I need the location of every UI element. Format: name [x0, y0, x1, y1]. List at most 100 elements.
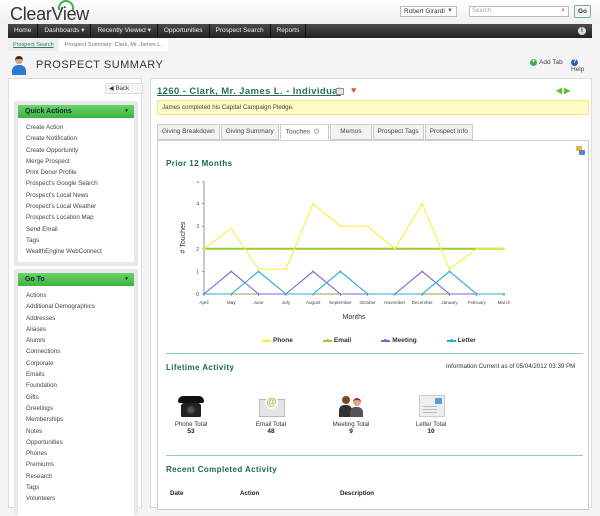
sidebar-link-aliases[interactable]: Aliases	[26, 324, 126, 335]
sidebar-link-tags[interactable]: Tags	[26, 235, 126, 246]
sidebar-link-wealthengine-webconnect[interactable]: WealthEngine WebConnect	[26, 246, 126, 257]
sidebar-link-opportunities[interactable]: Opportunities	[26, 437, 126, 448]
prospect-avatar-icon	[12, 55, 26, 75]
legend-item-meeting[interactable]: Meeting	[381, 337, 417, 344]
go-to-panel: Go To ▼ Actions Additional Demographics Add…	[14, 269, 138, 516]
add-tab-button[interactable]: + Add Tab	[530, 59, 563, 66]
sidebar-link-print-donor-profile[interactable]: Print Donor Profile	[26, 167, 126, 178]
sidebar-link-corporate[interactable]: Corporate	[26, 358, 126, 369]
data-point-letter	[475, 293, 478, 295]
legend-label: Email	[333, 337, 352, 344]
id-card-icon[interactable]	[336, 88, 344, 95]
data-point-meeting	[230, 270, 233, 273]
help-button[interactable]: ?Help	[571, 59, 592, 73]
quick-actions-header[interactable]: Quick Actions ▼	[18, 105, 134, 118]
letter-icon	[418, 394, 445, 418]
data-point-letter	[230, 293, 233, 295]
sidebar-link-foundation[interactable]: Foundation	[26, 380, 126, 391]
column-description[interactable]: Description	[340, 490, 374, 497]
email-total: @ Email Total 48	[246, 394, 296, 435]
legend-swatch	[446, 338, 456, 342]
sidebar-link-send-email[interactable]: Send Email	[26, 224, 126, 235]
nav-item-dashboards[interactable]: Dashboards ▾	[38, 24, 92, 38]
legend-swatch	[322, 338, 332, 342]
sidebar-link-volunteers[interactable]: Volunteers	[26, 493, 126, 504]
sidebar-link-create-opportunity[interactable]: Create Opportunity	[26, 145, 126, 156]
sidebar-link-merge-prospect[interactable]: Merge Prospect	[26, 156, 126, 167]
sidebar-link-prospect-s-google-search[interactable]: Prospect's Google Search	[26, 178, 126, 189]
tab-prospect-info[interactable]: Prospect Info	[424, 124, 473, 140]
gear-icon[interactable]: ⚙	[313, 125, 320, 139]
info-icon[interactable]: i	[578, 27, 586, 35]
heart-icon[interactable]: ♥	[351, 85, 356, 95]
data-point-phone	[394, 247, 396, 250]
data-point-email	[230, 247, 233, 250]
search-input[interactable]: Search ⌕	[469, 6, 569, 17]
nav-item-prospect-search[interactable]: Prospect Search	[210, 24, 271, 38]
nav-item-recently-viewed[interactable]: Recently Viewed ▾	[91, 24, 158, 38]
sidebar-link-premiums[interactable]: Premiums	[26, 459, 126, 470]
main-panel: 1260 - Clark, Mr. James L. - Individual …	[150, 78, 592, 510]
sidebar-link-prospect-s-location-map[interactable]: Prospect's Location Map	[26, 212, 126, 223]
legend-item-letter[interactable]: Letter	[446, 337, 476, 344]
tab-giving-summary[interactable]: Giving Summary	[220, 124, 279, 140]
sidebar-link-alumni[interactable]: Alumni	[26, 335, 126, 346]
breadcrumb-prospect-search[interactable]: Prospect Search	[8, 39, 59, 51]
nav-item-reports[interactable]: Reports	[271, 24, 307, 38]
sidebar-link-create-notification[interactable]: Create Notification	[26, 133, 126, 144]
sidebar-link-research[interactable]: Research	[26, 471, 126, 482]
previous-arrow-icon[interactable]: ◀	[556, 86, 564, 95]
sidebar-link-greetings[interactable]: Greetings	[26, 403, 126, 414]
tab-prospect-tags[interactable]: Prospect Tags	[372, 124, 424, 140]
sidebar-link-create-action[interactable]: Create Action	[26, 122, 126, 133]
sidebar-link-prospect-s-local-news[interactable]: Prospect's Local News	[26, 190, 126, 201]
x-tick-label: November	[384, 300, 406, 305]
tab-bar: Giving Breakdown Giving Summary Touches ⚙ Me…	[157, 124, 474, 140]
phone-total: Phone Total 53	[166, 394, 216, 435]
back-label: Back	[115, 86, 129, 92]
prospect-name-link[interactable]: 1260 - Clark, Mr. James L. - Individual	[157, 86, 341, 97]
clearview-logo[interactable]: ClearView	[10, 0, 89, 25]
letter-total: Letter Total 10	[406, 394, 456, 435]
data-point-letter	[394, 293, 396, 295]
sidebar-link-actions[interactable]: Actions	[26, 290, 126, 301]
back-button[interactable]: ◀ Back	[105, 83, 143, 94]
export-icon[interactable]	[576, 146, 585, 155]
touches-line-chart: 0 1 2 3 4 5 April May June July August September Oct…	[180, 181, 511, 321]
sidebar-link-tags[interactable]: Tags	[26, 482, 126, 493]
add-tab-label: Add Tab	[539, 59, 563, 67]
sidebar-link-prospect-s-local-weather[interactable]: Prospect's Local Weather	[26, 201, 126, 212]
data-point-phone	[503, 247, 505, 250]
sidebar-link-notes[interactable]: Notes	[26, 426, 126, 437]
sidebar-link-phones[interactable]: Phones	[26, 448, 126, 459]
search-icon[interactable]: ⌕	[561, 7, 565, 15]
column-action[interactable]: Action	[240, 490, 259, 497]
quick-actions-list: Create Action Create Notification Create O…	[18, 118, 134, 262]
column-date[interactable]: Date	[170, 490, 183, 497]
nav-item-opportunities[interactable]: Opportunities	[158, 24, 210, 38]
legend-item-email[interactable]: Email	[322, 337, 352, 344]
sidebar-link-memberships[interactable]: Memberships	[26, 414, 126, 425]
next-arrow-icon[interactable]: ▶	[564, 86, 572, 95]
go-to-header[interactable]: Go To ▼	[18, 273, 134, 286]
sidebar-link-gifts[interactable]: Gifts	[26, 392, 126, 403]
legend-item-phone[interactable]: Phone	[262, 337, 293, 344]
go-button[interactable]: Go	[574, 5, 591, 18]
y-axis-label: # Touches	[180, 221, 187, 253]
sidebar-link-emails[interactable]: Emails	[26, 369, 126, 380]
tab-giving-breakdown[interactable]: Giving Breakdown	[157, 124, 220, 140]
user-dropdown[interactable]: Robert Girardi ▼	[400, 6, 457, 17]
sidebar-link-connections[interactable]: Connections	[26, 346, 126, 357]
sidebar-link-additional-demographics[interactable]: Additional Demographics	[26, 301, 126, 312]
sidebar-link-addresses[interactable]: Addresses	[26, 313, 126, 324]
tab-label: Giving Summary	[225, 128, 274, 135]
tab-memos[interactable]: Memos	[330, 124, 372, 140]
data-point-phone	[230, 227, 233, 230]
data-point-phone	[366, 225, 369, 228]
go-to-title: Go To	[25, 276, 45, 283]
x-tick-label: January	[441, 300, 458, 305]
x-tick-label: February	[468, 300, 487, 305]
meeting-total: Meeting Total 9	[326, 394, 376, 435]
tab-touches[interactable]: Touches ⚙	[279, 124, 330, 140]
nav-item-home[interactable]: Home	[8, 24, 39, 38]
